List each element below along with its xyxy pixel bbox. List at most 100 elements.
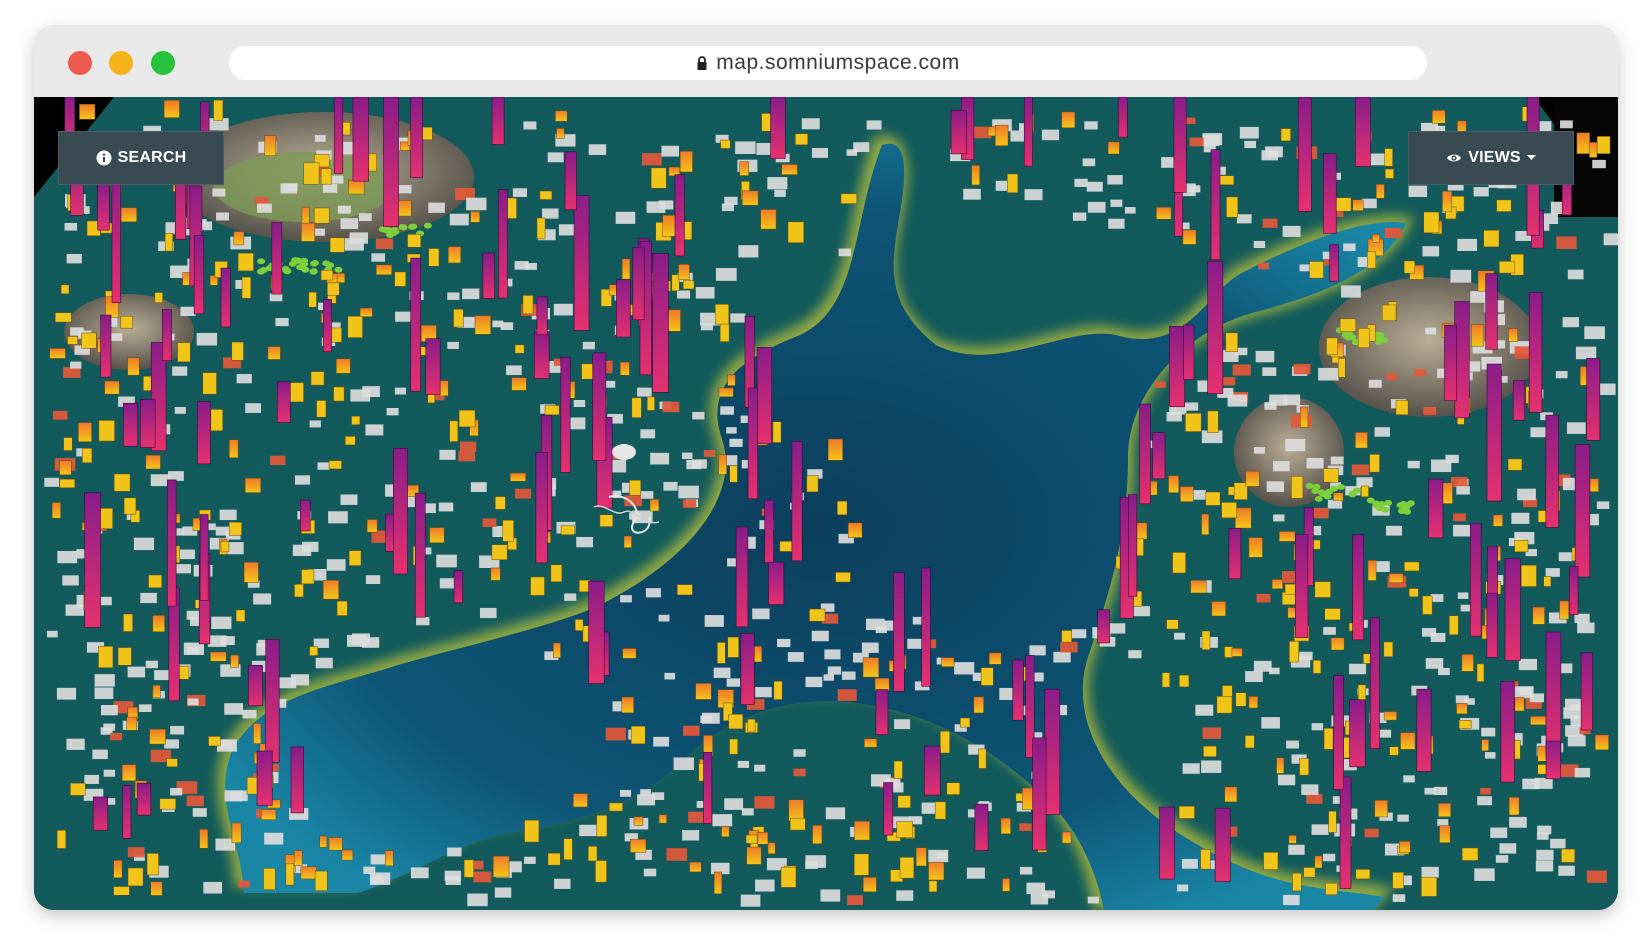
land-parcel[interactable] <box>1253 660 1272 672</box>
land-parcel[interactable] <box>482 518 497 527</box>
land-parcel[interactable] <box>793 749 806 757</box>
tower-building[interactable] <box>1545 414 1559 528</box>
tower-building[interactable] <box>1210 149 1221 261</box>
land-parcel[interactable] <box>362 386 380 398</box>
building[interactable] <box>1263 852 1279 870</box>
land-parcel[interactable] <box>436 554 457 568</box>
building[interactable] <box>243 562 259 583</box>
land-parcel[interactable] <box>1422 246 1440 257</box>
building[interactable] <box>67 336 78 345</box>
land-parcel[interactable] <box>620 789 632 797</box>
building[interactable] <box>806 475 819 493</box>
building[interactable] <box>809 608 826 622</box>
land-parcel[interactable] <box>673 757 695 771</box>
land-parcel[interactable] <box>573 399 586 408</box>
building[interactable] <box>474 315 491 335</box>
tower-building[interactable] <box>592 352 607 461</box>
building[interactable] <box>854 820 870 841</box>
building[interactable] <box>1423 211 1440 234</box>
building[interactable] <box>458 409 476 428</box>
tower-building[interactable] <box>1416 688 1432 772</box>
building[interactable] <box>1532 606 1545 625</box>
land-parcel[interactable] <box>682 499 697 508</box>
land-parcel[interactable] <box>186 795 204 807</box>
building[interactable] <box>1244 735 1255 749</box>
building[interactable] <box>448 246 461 264</box>
land-parcel[interactable] <box>211 616 232 630</box>
land-parcel[interactable] <box>317 462 330 470</box>
land-parcel[interactable] <box>462 288 480 300</box>
tower-building[interactable] <box>1528 292 1543 413</box>
land-parcel[interactable] <box>701 712 720 724</box>
building[interactable] <box>246 777 258 795</box>
land-parcel[interactable] <box>1282 225 1301 237</box>
land-parcel[interactable] <box>46 630 58 638</box>
tower-building[interactable] <box>491 97 505 145</box>
land-parcel[interactable] <box>564 593 577 601</box>
land-parcel[interactable] <box>787 652 804 662</box>
building[interactable] <box>946 782 960 795</box>
building[interactable] <box>1389 746 1399 756</box>
building[interactable] <box>789 818 806 831</box>
land-parcel[interactable] <box>554 878 571 889</box>
tower-building[interactable] <box>162 309 172 362</box>
building[interactable] <box>231 822 242 844</box>
building[interactable] <box>729 465 738 483</box>
land-parcel[interactable] <box>1072 212 1087 221</box>
building[interactable] <box>1168 475 1180 493</box>
building[interactable] <box>1225 332 1239 352</box>
land-parcel[interactable] <box>896 890 914 901</box>
building[interactable] <box>547 852 561 866</box>
land-parcel[interactable] <box>467 893 488 907</box>
land-parcel[interactable] <box>1277 774 1296 786</box>
building[interactable] <box>1061 630 1072 643</box>
land-parcel[interactable] <box>176 564 191 574</box>
building[interactable] <box>622 648 637 659</box>
building[interactable] <box>727 636 739 658</box>
land-parcel[interactable] <box>139 704 152 713</box>
tower-building[interactable] <box>265 638 280 763</box>
building[interactable] <box>336 358 351 374</box>
land-parcel[interactable] <box>1558 552 1574 562</box>
building[interactable] <box>492 855 510 878</box>
building[interactable] <box>1330 637 1345 651</box>
land-parcel[interactable] <box>820 889 841 902</box>
land-parcel[interactable] <box>1322 853 1336 862</box>
tower-building[interactable] <box>1486 592 1498 658</box>
land-parcel[interactable] <box>663 481 678 491</box>
building[interactable] <box>863 738 878 748</box>
building[interactable] <box>327 282 340 296</box>
tower-building[interactable] <box>1159 806 1175 880</box>
building[interactable] <box>244 478 261 493</box>
building[interactable] <box>1576 132 1590 154</box>
building[interactable] <box>210 651 227 662</box>
land-parcel[interactable] <box>1499 843 1517 854</box>
land-parcel[interactable] <box>1019 823 1032 831</box>
building[interactable] <box>1408 588 1419 597</box>
building[interactable] <box>1388 573 1404 583</box>
building[interactable] <box>1201 513 1210 535</box>
tower-building[interactable] <box>632 246 645 321</box>
building[interactable] <box>56 830 67 849</box>
land-parcel[interactable] <box>588 144 607 156</box>
tower-building[interactable] <box>756 347 772 444</box>
building[interactable] <box>127 867 144 887</box>
tower-building[interactable] <box>482 252 495 299</box>
land-parcel[interactable] <box>1269 667 1280 675</box>
land-parcel[interactable] <box>196 332 218 346</box>
land-parcel[interactable] <box>658 614 670 622</box>
land-parcel[interactable] <box>1408 185 1428 198</box>
land-parcel[interactable] <box>358 213 372 222</box>
land-parcel[interactable] <box>1522 778 1540 790</box>
building[interactable] <box>788 799 804 822</box>
land-parcel[interactable] <box>1074 178 1088 187</box>
building[interactable] <box>1299 758 1309 776</box>
land-parcel[interactable] <box>1341 285 1361 298</box>
minimize-window-button[interactable] <box>109 51 133 75</box>
land-parcel[interactable] <box>109 333 123 341</box>
building[interactable] <box>556 128 565 139</box>
land-parcel[interactable] <box>1245 671 1263 683</box>
tower-building[interactable] <box>1333 675 1344 790</box>
land-parcel[interactable] <box>1474 868 1495 881</box>
building[interactable] <box>757 832 769 845</box>
